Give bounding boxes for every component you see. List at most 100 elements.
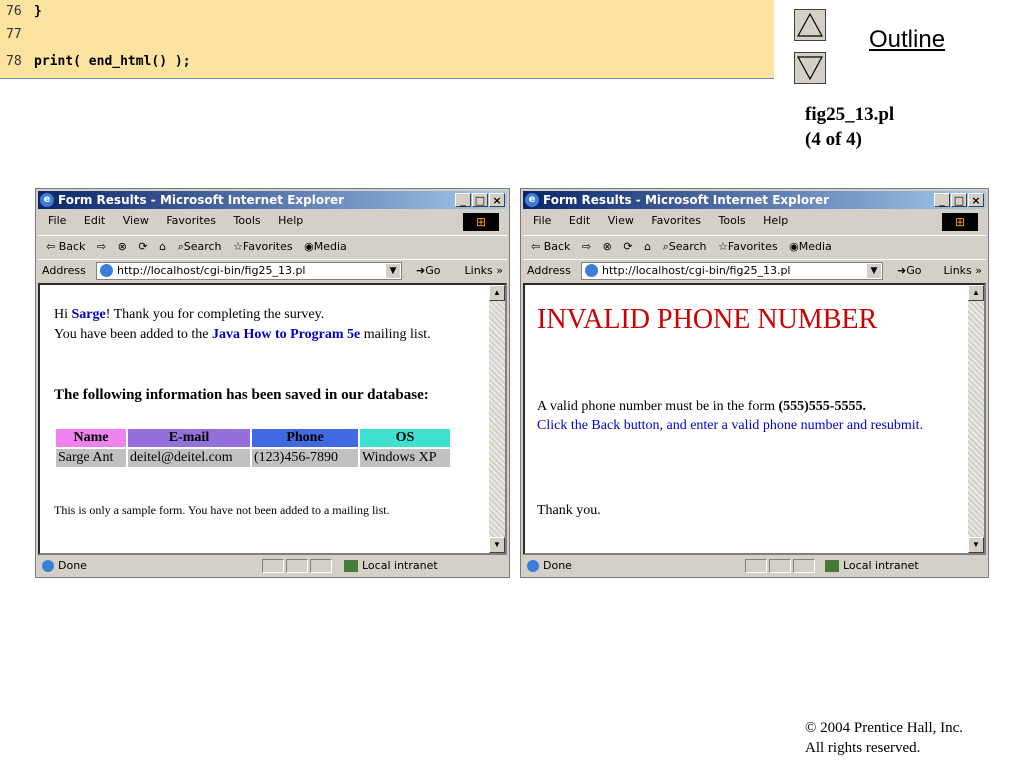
cell-phone: (123)456-7890 (252, 449, 358, 467)
minimize-button[interactable]: _ (934, 193, 950, 207)
status-pane (769, 559, 791, 573)
menu-tools[interactable]: Tools (234, 214, 261, 227)
media-button[interactable]: ◉Media (789, 240, 832, 253)
menu-view[interactable]: View (123, 214, 149, 227)
invalid-heading: INVALID PHONE NUMBER (537, 304, 878, 335)
stop-icon[interactable]: ⊗ (118, 240, 127, 253)
scroll-down-icon[interactable]: ▼ (489, 537, 505, 553)
media-label: Media (313, 240, 347, 253)
close-button[interactable]: × (489, 193, 505, 207)
media-button[interactable]: ◉Media (304, 240, 347, 253)
menu-help[interactable]: Help (763, 214, 788, 227)
scroll-up-icon[interactable]: ▲ (489, 285, 505, 301)
favorites-button[interactable]: ☆Favorites (718, 240, 778, 253)
zone-indicator: Local intranet (825, 557, 919, 575)
maximize-button[interactable]: □ (472, 193, 488, 207)
code-line: 77 (0, 23, 34, 47)
ie-icon: e (40, 193, 54, 207)
search-button[interactable]: ⌕Search (178, 240, 222, 253)
stop-icon[interactable]: ⊗ (603, 240, 612, 253)
dropdown-arrow-icon[interactable]: ▼ (867, 264, 881, 278)
home-icon[interactable]: ⌂ (644, 240, 651, 253)
favorites-label: Favorites (727, 240, 778, 253)
done-icon (42, 560, 54, 572)
status-pane (745, 559, 767, 573)
minimize-button[interactable]: _ (455, 193, 471, 207)
instructions-text: Click the Back button, and enter a valid… (537, 418, 924, 433)
menu-file[interactable]: File (48, 214, 66, 227)
table-header-row: Name E-mail Phone OS (56, 429, 450, 447)
refresh-icon[interactable]: ⟳ (623, 240, 632, 253)
added-text: You have been added to the (54, 327, 212, 342)
address-input[interactable]: http://localhost/cgi-bin/fig25_13.pl ▼ (581, 262, 883, 280)
forward-button[interactable]: ⇨ (582, 240, 591, 253)
vertical-scrollbar[interactable]: ▲ ▼ (968, 285, 984, 553)
status-text: Done (58, 559, 87, 572)
cell-name: Sarge Ant (56, 449, 126, 467)
zone-text: Local intranet (843, 559, 919, 572)
favorites-label: Favorites (242, 240, 293, 253)
cell-os: Windows XP (360, 449, 450, 467)
search-button[interactable]: ⌕Search (663, 240, 707, 253)
greeting-paragraph: Hi Sarge! Thank you for completing the s… (54, 305, 484, 345)
page-icon (585, 264, 598, 277)
address-url: http://localhost/cgi-bin/fig25_13.pl (117, 264, 306, 277)
header-os: OS (360, 429, 450, 447)
search-label: Search (183, 240, 222, 253)
ie-icon: e (525, 193, 539, 207)
code-line: 76} (0, 0, 42, 24)
go-button[interactable]: ➜Go (416, 260, 440, 282)
favorites-button[interactable]: ☆Favorites (233, 240, 293, 253)
menu-help[interactable]: Help (278, 214, 303, 227)
dropdown-arrow-icon[interactable]: ▼ (386, 264, 400, 278)
status-bar: Done Local intranet (38, 557, 507, 575)
menu-edit[interactable]: Edit (84, 214, 105, 227)
menu-file[interactable]: File (533, 214, 551, 227)
window-controls: _ □ × (933, 193, 984, 211)
results-table: Name E-mail Phone OS Sarge Ant deitel@de… (54, 427, 452, 469)
maximize-button[interactable]: □ (951, 193, 967, 207)
search-label: Search (668, 240, 707, 253)
home-icon[interactable]: ⌂ (159, 240, 166, 253)
code-text: print( end_html() ); (34, 54, 191, 69)
done-icon (527, 560, 539, 572)
window-title: Form Results - Microsoft Internet Explor… (543, 193, 830, 207)
links-button[interactable]: Links » (465, 260, 503, 282)
back-button[interactable]: ⇦ Back (531, 240, 570, 253)
sample-note: This is only a sample form. You have not… (54, 503, 390, 517)
go-label: Go (425, 264, 441, 277)
status-done: Done (527, 557, 572, 575)
menu-bar: File Edit View Favorites Tools Help ⊞ (38, 211, 507, 231)
scroll-down-icon[interactable]: ▼ (968, 537, 984, 553)
go-button[interactable]: ➜Go (897, 260, 921, 282)
saved-heading: The following information has been saved… (54, 387, 429, 403)
menu-tools[interactable]: Tools (719, 214, 746, 227)
address-input[interactable]: http://localhost/cgi-bin/fig25_13.pl ▼ (96, 262, 402, 280)
menu-view[interactable]: View (608, 214, 634, 227)
previous-slide-button[interactable] (794, 9, 826, 41)
scroll-up-icon[interactable]: ▲ (968, 285, 984, 301)
outline-link[interactable]: Outline (869, 26, 945, 54)
line-number: 77 (6, 27, 22, 42)
links-button[interactable]: Links » (944, 260, 982, 282)
menu-edit[interactable]: Edit (569, 214, 590, 227)
back-button[interactable]: ⇦ Back (46, 240, 85, 253)
close-button[interactable]: × (968, 193, 984, 207)
menu-favorites[interactable]: Favorites (166, 214, 216, 227)
refresh-icon[interactable]: ⟳ (138, 240, 147, 253)
line-number: 76 (6, 4, 22, 19)
forward-button[interactable]: ⇨ (97, 240, 106, 253)
intranet-icon (825, 560, 839, 572)
intranet-icon (344, 560, 358, 572)
up-triangle-icon (796, 12, 824, 37)
menu-favorites[interactable]: Favorites (651, 214, 701, 227)
vertical-scrollbar[interactable]: ▲ ▼ (489, 285, 505, 553)
status-bar: Done Local intranet (523, 557, 986, 575)
table-row: Sarge Ant deitel@deitel.com (123)456-789… (56, 449, 450, 467)
thanks-text: ! Thank you for completing the survey. (105, 307, 325, 322)
thank-you-text: Thank you. (537, 503, 601, 518)
address-url: http://localhost/cgi-bin/fig25_13.pl (602, 264, 791, 277)
code-panel: 76} 77 78 print( end_html() ); (0, 0, 774, 79)
media-label: Media (798, 240, 832, 253)
next-slide-button[interactable] (794, 52, 826, 84)
